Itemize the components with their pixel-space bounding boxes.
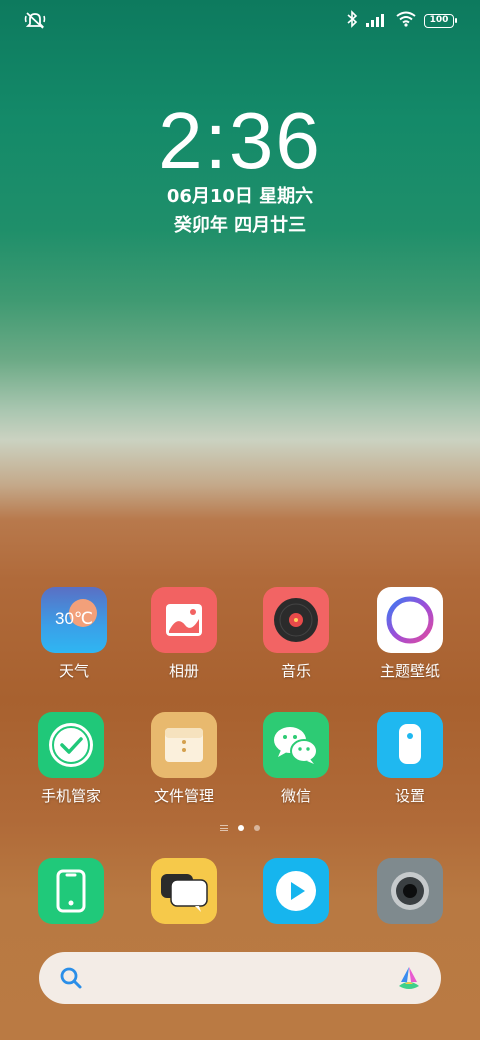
app-settings[interactable]: 设置 bbox=[360, 712, 460, 806]
clock-date: 06月10日 星期六 bbox=[166, 186, 314, 207]
phone-icon bbox=[38, 858, 104, 924]
app-label: 天气 bbox=[58, 662, 89, 680]
page-dot bbox=[254, 825, 260, 831]
file-manager-icon bbox=[151, 712, 217, 778]
messages-icon bbox=[151, 858, 217, 924]
app-label: 文件管理 bbox=[153, 787, 214, 805]
music-icon bbox=[263, 587, 329, 653]
assistant-icon[interactable] bbox=[395, 964, 423, 996]
album-icon bbox=[151, 587, 217, 653]
menu-lines-icon bbox=[220, 825, 228, 831]
dock-phone[interactable] bbox=[21, 858, 121, 924]
app-label: 手机管家 bbox=[40, 787, 101, 805]
dock-camera[interactable] bbox=[360, 858, 460, 924]
settings-icon bbox=[377, 712, 443, 778]
search-bar[interactable] bbox=[39, 952, 441, 1004]
page-dot-active bbox=[238, 825, 244, 831]
video-player-icon bbox=[263, 858, 329, 924]
app-label: 主题壁纸 bbox=[379, 662, 440, 680]
weather-icon: 30℃ bbox=[41, 587, 107, 653]
app-file-manager[interactable]: 文件管理 bbox=[134, 712, 234, 806]
dock-messages[interactable] bbox=[134, 858, 234, 924]
mute-bell-icon bbox=[24, 10, 46, 34]
weather-temp: 30℃ bbox=[54, 609, 93, 628]
battery-icon: 100 bbox=[424, 14, 457, 28]
app-weather[interactable]: 30℃ 天气 bbox=[24, 587, 124, 681]
app-label: 设置 bbox=[394, 787, 425, 805]
app-album[interactable]: 相册 bbox=[134, 587, 234, 681]
status-bar: 100 bbox=[0, 0, 480, 40]
dock-video-player[interactable] bbox=[246, 858, 346, 924]
page-indicator[interactable] bbox=[0, 825, 480, 831]
clock-lunar-date: 癸卯年 四月廿三 bbox=[173, 215, 307, 236]
bluetooth-icon bbox=[346, 10, 358, 32]
app-label: 音乐 bbox=[280, 662, 311, 680]
signal-icon bbox=[366, 12, 388, 31]
app-phone-manager[interactable]: 手机管家 bbox=[21, 712, 121, 806]
clock-time[interactable]: 2:36 bbox=[0, 96, 480, 186]
app-label: 微信 bbox=[280, 787, 311, 805]
app-label: 相册 bbox=[168, 662, 199, 680]
wifi-icon bbox=[396, 11, 416, 31]
app-themes[interactable]: 主题壁纸 bbox=[360, 587, 460, 681]
wechat-icon bbox=[263, 712, 329, 778]
search-icon[interactable] bbox=[59, 966, 83, 994]
app-music[interactable]: 音乐 bbox=[246, 587, 346, 681]
themes-icon bbox=[377, 587, 443, 653]
app-wechat[interactable]: 微信 bbox=[246, 712, 346, 806]
camera-icon bbox=[377, 858, 443, 924]
phone-manager-icon bbox=[38, 712, 104, 778]
